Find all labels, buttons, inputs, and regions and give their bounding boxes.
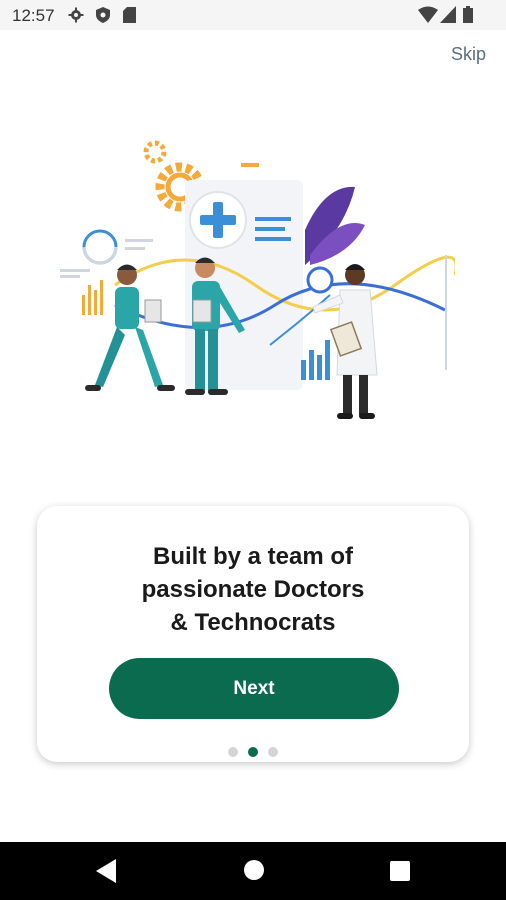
signal-icon <box>440 6 456 23</box>
home-icon[interactable] <box>243 859 265 881</box>
onboarding-title: Built by a team of passionate Doctors & … <box>37 540 469 639</box>
page-dot[interactable] <box>228 747 238 757</box>
title-line: passionate Doctors <box>141 576 365 603</box>
status-bar: 12:57 <box>0 0 506 30</box>
status-time: 12:57 <box>12 6 55 25</box>
gear-icon <box>68 7 84 23</box>
doctor-walking-figure <box>85 264 175 391</box>
next-button[interactable]: Next <box>109 658 399 719</box>
wifi-icon <box>418 6 438 23</box>
title-line: & Technocrats <box>170 609 336 636</box>
shield-icon <box>96 7 110 23</box>
sd-card-icon <box>123 7 136 23</box>
battery-icon <box>463 6 473 23</box>
skip-button[interactable]: Skip <box>451 44 486 65</box>
onboarding-card: Built by a team of passionate Doctors & … <box>37 506 469 762</box>
title-line: Built by a team of <box>152 543 354 570</box>
page-dot-active[interactable] <box>248 747 258 757</box>
page-dot[interactable] <box>268 747 278 757</box>
recents-icon[interactable] <box>390 861 410 881</box>
page-indicator <box>37 747 469 757</box>
back-icon[interactable] <box>96 859 116 883</box>
doctors-team-illustration <box>60 140 455 419</box>
gear-small-decoration <box>143 140 167 164</box>
system-nav-bar <box>0 842 506 900</box>
